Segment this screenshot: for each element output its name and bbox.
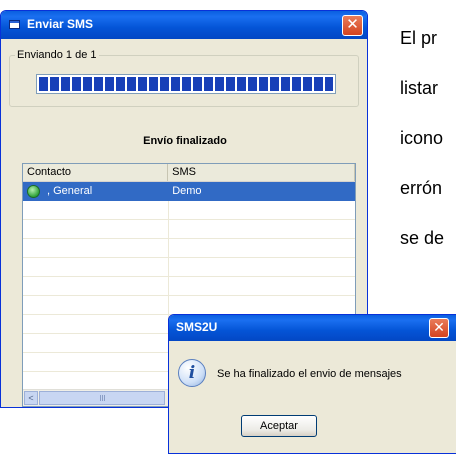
contact-cell: , General bbox=[23, 182, 168, 201]
background-text-line-1: El pr bbox=[400, 28, 438, 48]
list-header: Contacto SMS bbox=[23, 164, 355, 182]
window-icon bbox=[9, 20, 20, 29]
dialog-close-button[interactable]: ✕ bbox=[429, 318, 449, 338]
information-glyph: i bbox=[188, 363, 196, 383]
send-sms-titlebar[interactable]: Enviar SMS ✕ bbox=[1, 11, 367, 39]
message-dialog: SMS2U ✕ i Se ha finalizado el envio de m… bbox=[168, 314, 456, 454]
background-text-line-5: se de bbox=[400, 228, 445, 248]
sms-cell: Demo bbox=[172, 185, 202, 197]
dialog-title: SMS2U bbox=[176, 320, 218, 334]
window-title: Enviar SMS bbox=[27, 17, 94, 31]
chevron-left-icon: < bbox=[28, 393, 34, 403]
progress-fill bbox=[39, 77, 333, 91]
grip-icon bbox=[100, 395, 106, 401]
close-icon: ✕ bbox=[433, 319, 445, 335]
sending-groupbox: Enviando 1 de 1 bbox=[9, 49, 359, 107]
information-icon: i bbox=[178, 359, 206, 387]
progress-bar bbox=[36, 74, 336, 94]
scroll-thumb[interactable] bbox=[39, 391, 165, 405]
contact-name: , General bbox=[47, 185, 93, 197]
green-circle-icon bbox=[27, 185, 40, 198]
list-row[interactable]: , General Demo bbox=[23, 182, 355, 201]
sending-progress-label: Enviando 1 de 1 bbox=[15, 49, 99, 61]
dialog-message: Se ha finalizado el envio de mensajes bbox=[217, 368, 402, 380]
background-text-line-4: errón bbox=[400, 178, 443, 198]
background-text-line-3: icono bbox=[400, 128, 444, 148]
column-header-contact[interactable]: Contacto bbox=[23, 164, 169, 181]
close-icon: ✕ bbox=[346, 16, 359, 33]
dialog-titlebar[interactable]: SMS2U ✕ bbox=[169, 315, 456, 341]
background-text-line-2: listar bbox=[400, 78, 439, 98]
column-header-sms[interactable]: SMS bbox=[168, 164, 355, 181]
ok-button[interactable]: Aceptar bbox=[241, 415, 317, 437]
close-button[interactable]: ✕ bbox=[342, 15, 363, 36]
status-text: Envío finalizado bbox=[143, 135, 227, 147]
scroll-left-button[interactable]: < bbox=[24, 391, 38, 405]
